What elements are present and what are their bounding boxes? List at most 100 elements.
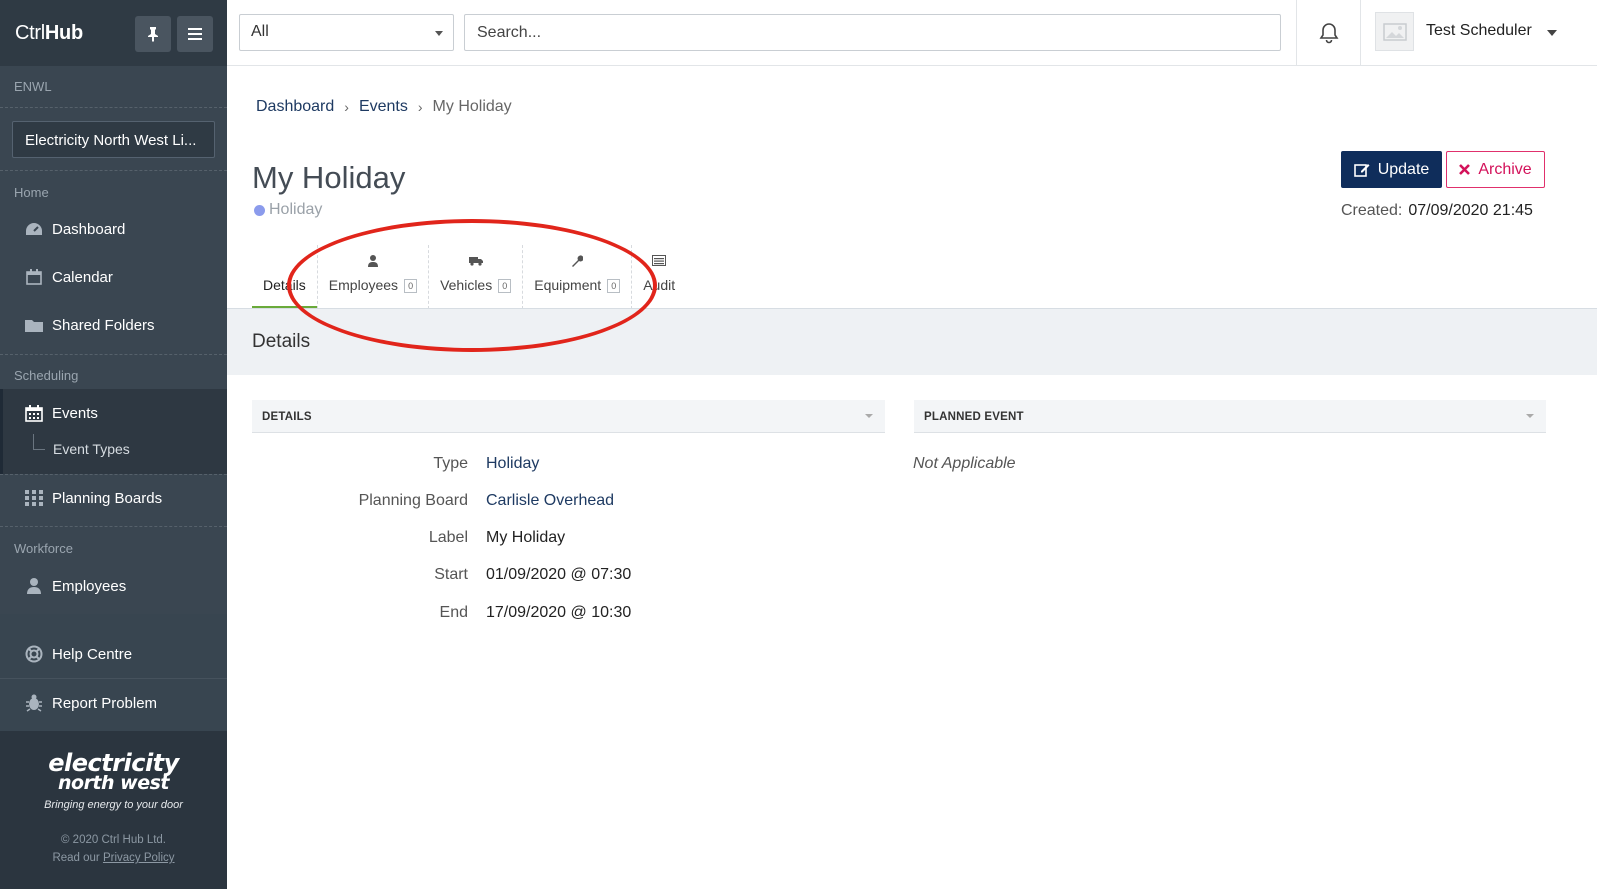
user-icon (318, 255, 428, 270)
sidebar-item-help-centre[interactable]: Help Centre (0, 632, 227, 676)
lifebuoy-icon (24, 645, 44, 663)
detail-label: Planning Board (358, 492, 468, 509)
copyright-block: © 2020 Ctrl Hub Ltd. Read our Privacy Po… (0, 831, 227, 867)
user-menu-caret-icon[interactable] (1547, 30, 1557, 36)
app-logo[interactable]: CtrlHub (15, 22, 83, 45)
organisation-selector[interactable]: Electricity North West Li... (12, 121, 215, 158)
home-section-label: Home (14, 185, 49, 200)
workforce-section-label: Workforce (14, 541, 73, 556)
panel-title: PLANNED EVENT (924, 411, 1024, 423)
created-value: 07/09/2020 21:45 (1408, 202, 1533, 219)
planned-event-panel-header[interactable]: PLANNED EVENT (914, 400, 1546, 433)
tab-details[interactable]: Details (252, 245, 317, 309)
divider (0, 354, 227, 355)
caret-down-icon (435, 31, 443, 36)
privacy-line: Read our Privacy Policy (0, 849, 227, 867)
event-type-indicator: Holiday (254, 201, 322, 219)
detail-value: 01/09/2020 @ 07:30 (486, 566, 632, 583)
count-badge: 0 (498, 279, 512, 293)
tab-label: Details (263, 277, 306, 293)
search-input[interactable] (464, 14, 1281, 51)
sidebar-item-report-problem[interactable]: Report Problem (0, 681, 227, 725)
detail-value-link[interactable]: Carlisle Overhead (486, 492, 614, 510)
user-icon (24, 577, 44, 595)
detail-value: My Holiday (486, 529, 566, 546)
archive-button-label: Archive (1478, 160, 1532, 178)
sidebar-item-events[interactable]: Events (0, 391, 227, 435)
top-bar: All Test Scheduler (227, 0, 1597, 66)
tab-label: Audit (643, 277, 676, 293)
edit-icon (1353, 163, 1370, 177)
tab-employees[interactable]: Employees 0 (316, 245, 430, 309)
calendar-icon (24, 268, 44, 286)
wrench-icon (523, 255, 631, 270)
folder-icon (24, 316, 44, 334)
privacy-policy-link[interactable]: Privacy Policy (103, 852, 175, 864)
list-icon (632, 255, 686, 269)
tab-label: Employees (328, 276, 399, 293)
detail-row: Type Holiday (252, 455, 872, 477)
sidebar-item-label: Planning Boards (52, 489, 163, 507)
count-badge: 0 (607, 279, 621, 293)
detail-row: Label My Holiday (252, 529, 872, 551)
created-timestamp: Created: 07/09/2020 21:45 (1341, 202, 1533, 220)
details-panel-header[interactable]: DETAILS (252, 400, 885, 433)
notifications-button[interactable] (1296, 0, 1361, 66)
image-placeholder-icon (1382, 22, 1407, 41)
sidebar-item-calendar[interactable]: Calendar (0, 255, 227, 299)
divider (0, 526, 227, 527)
electricity-north-west-logo: electricity north west (0, 751, 227, 793)
dashboard-gauge-icon (24, 220, 44, 238)
user-menu-name[interactable]: Test Scheduler (1426, 22, 1532, 40)
close-icon (1459, 164, 1471, 175)
collapse-caret-icon[interactable] (1526, 414, 1534, 418)
search-scope-select[interactable]: All (239, 14, 454, 51)
planned-event-value: Not Applicable (913, 455, 1016, 472)
update-button[interactable]: Update (1341, 151, 1442, 188)
menu-toggle-button[interactable] (177, 16, 213, 52)
avatar[interactable] (1375, 12, 1414, 51)
copyright-text: © 2020 Ctrl Hub Ltd. (61, 834, 166, 846)
sidebar-item-label: Calendar (52, 268, 113, 286)
tab-equipment[interactable]: Equipment 0 (523, 245, 633, 309)
sidebar-item-label: Help Centre (52, 645, 133, 663)
update-button-label: Update (1377, 160, 1430, 178)
detail-label: Start (434, 566, 468, 583)
count-badge: 0 (404, 279, 418, 293)
org-section-label: ENWL (14, 79, 52, 94)
created-label: Created: (1341, 202, 1403, 219)
tab-audit[interactable]: Audit (632, 245, 686, 309)
panel-title: DETAILS (262, 411, 312, 423)
sidebar-item-employees[interactable]: Employees (0, 564, 227, 608)
collapse-caret-icon[interactable] (865, 414, 873, 418)
detail-label: Type (433, 455, 468, 472)
scheduling-section-label: Scheduling (14, 368, 79, 383)
truck-icon (429, 255, 522, 269)
section-header: Details (227, 309, 1597, 375)
sidebar-footer: electricity north west Bringing energy t… (0, 731, 227, 889)
breadcrumb-events[interactable]: Events (359, 98, 408, 116)
type-color-dot (254, 204, 265, 216)
sidebar-item-label: Employees (52, 577, 127, 595)
tab-vehicles[interactable]: Vehicles 0 (429, 245, 524, 309)
event-type-label: Holiday (269, 201, 323, 218)
page-title: My Holiday (252, 160, 406, 195)
hamburger-icon (188, 28, 202, 40)
sidebar-item-dashboard[interactable]: Dashboard (0, 207, 227, 251)
detail-label: End (439, 604, 468, 621)
detail-value-link[interactable]: Holiday (486, 455, 539, 473)
bug-icon (24, 694, 44, 712)
section-title: Details (252, 331, 311, 352)
breadcrumb-dashboard[interactable]: Dashboard (256, 98, 334, 116)
detail-value: 17/09/2020 @ 10:30 (486, 604, 632, 621)
sidebar-item-event-types[interactable]: Event Types (53, 441, 130, 457)
detail-row: End 17/09/2020 @ 10:30 (252, 604, 872, 626)
pin-button[interactable] (135, 16, 171, 52)
sidebar-item-shared-folders[interactable]: Shared Folders (0, 303, 227, 347)
archive-button[interactable]: Archive (1446, 151, 1545, 188)
detail-label: Label (428, 529, 468, 546)
tab-label: Equipment (534, 276, 602, 293)
sidebar-item-label: Events (52, 404, 98, 422)
sidebar-item-planning-boards[interactable]: Planning Boards (0, 476, 227, 520)
tree-connector (33, 434, 45, 450)
